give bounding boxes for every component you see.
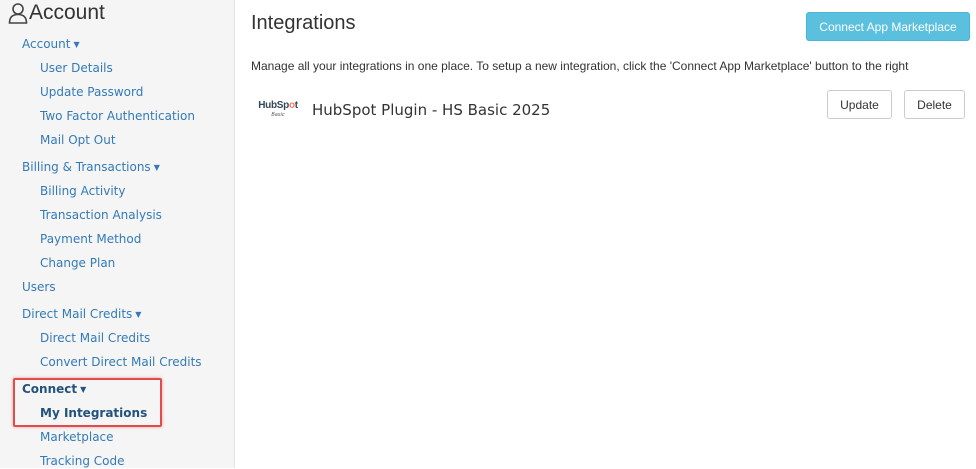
update-button[interactable]: Update xyxy=(827,90,892,119)
sidebar-item-update-password[interactable]: Update Password xyxy=(40,84,143,100)
sidebar-item-direct-mail-credits[interactable]: Direct Mail Credits xyxy=(40,330,150,346)
sidebar-item-billing-transactions[interactable]: Billing & Transactions ▼ xyxy=(22,159,160,177)
main-content: Integrations Connect App Marketplace Man… xyxy=(236,0,976,468)
sidebar-item-account[interactable]: Account ▼ xyxy=(22,36,80,54)
sidebar-item-connect[interactable]: Connect ▼ xyxy=(22,381,86,399)
sidebar-item-marketplace[interactable]: Marketplace xyxy=(40,429,114,445)
sidebar-item-convert-direct-mail-credits[interactable]: Convert Direct Mail Credits xyxy=(40,354,202,370)
user-icon xyxy=(8,3,28,24)
page-title: Integrations xyxy=(251,12,356,34)
sidebar-item-tracking-code[interactable]: Tracking Code xyxy=(40,453,125,469)
hubspot-logo: HubSpot Basic xyxy=(254,100,302,124)
sidebar-item-my-integrations[interactable]: My Integrations xyxy=(40,405,147,421)
hubspot-logo-wordmark: HubSpot xyxy=(258,100,298,111)
sidebar-item-users[interactable]: Users xyxy=(22,279,56,295)
caret-down-icon: ▼ xyxy=(153,163,160,172)
sidebar-item-direct-mail-credits-group[interactable]: Direct Mail Credits ▼ xyxy=(22,306,141,324)
sidebar-item-mail-opt-out[interactable]: Mail Opt Out xyxy=(40,132,116,148)
delete-button[interactable]: Delete xyxy=(904,90,965,119)
caret-down-icon: ▼ xyxy=(80,385,87,394)
sidebar-title: Account xyxy=(8,0,105,26)
sidebar: Account Account ▼ User Details Update Pas… xyxy=(0,0,235,468)
sidebar-item-change-plan[interactable]: Change Plan xyxy=(40,255,115,271)
sidebar-title-text: Account xyxy=(29,1,105,24)
sidebar-item-transaction-analysis[interactable]: Transaction Analysis xyxy=(40,207,162,223)
hubspot-logo-subtitle: Basic xyxy=(271,112,285,118)
sidebar-item-label: Billing & Transactions xyxy=(22,160,151,174)
sidebar-item-label: Account xyxy=(22,37,71,51)
sidebar-item-user-details[interactable]: User Details xyxy=(40,60,113,76)
sidebar-item-billing-activity[interactable]: Billing Activity xyxy=(40,183,125,199)
sidebar-item-two-factor-authentication[interactable]: Two Factor Authentication xyxy=(40,108,195,124)
integration-name: HubSpot Plugin - HS Basic 2025 xyxy=(312,101,551,119)
sidebar-item-label: Direct Mail Credits xyxy=(22,307,133,321)
connect-app-marketplace-button[interactable]: Connect App Marketplace xyxy=(806,12,970,41)
sidebar-item-payment-method[interactable]: Payment Method xyxy=(40,231,141,247)
caret-down-icon: ▼ xyxy=(135,310,142,319)
caret-down-icon: ▼ xyxy=(73,40,80,49)
page-description: Manage all your integrations in one plac… xyxy=(251,59,909,73)
sidebar-item-label: Connect xyxy=(22,382,78,396)
